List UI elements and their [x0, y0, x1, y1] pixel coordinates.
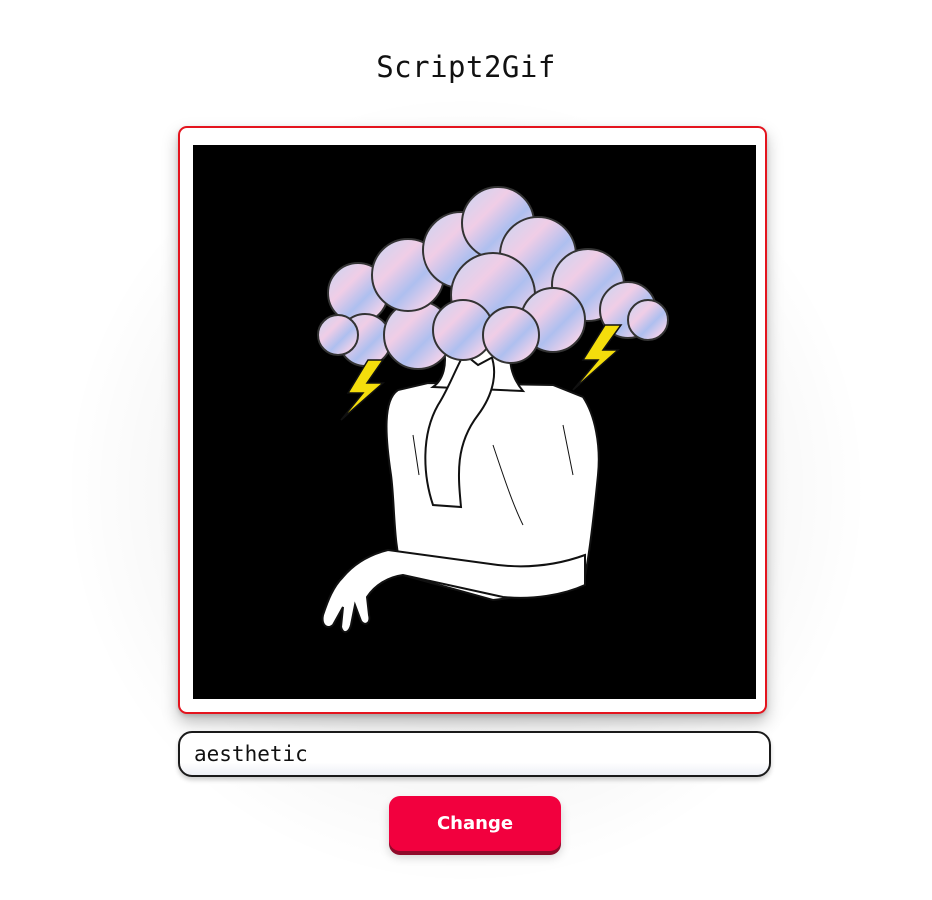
cloud-head-illustration-icon — [317, 186, 669, 633]
search-input[interactable] — [178, 731, 771, 777]
change-button[interactable]: Change — [389, 796, 561, 851]
gif-image — [193, 145, 756, 699]
gif-frame — [178, 126, 767, 714]
page-title: Script2Gif — [376, 50, 556, 84]
